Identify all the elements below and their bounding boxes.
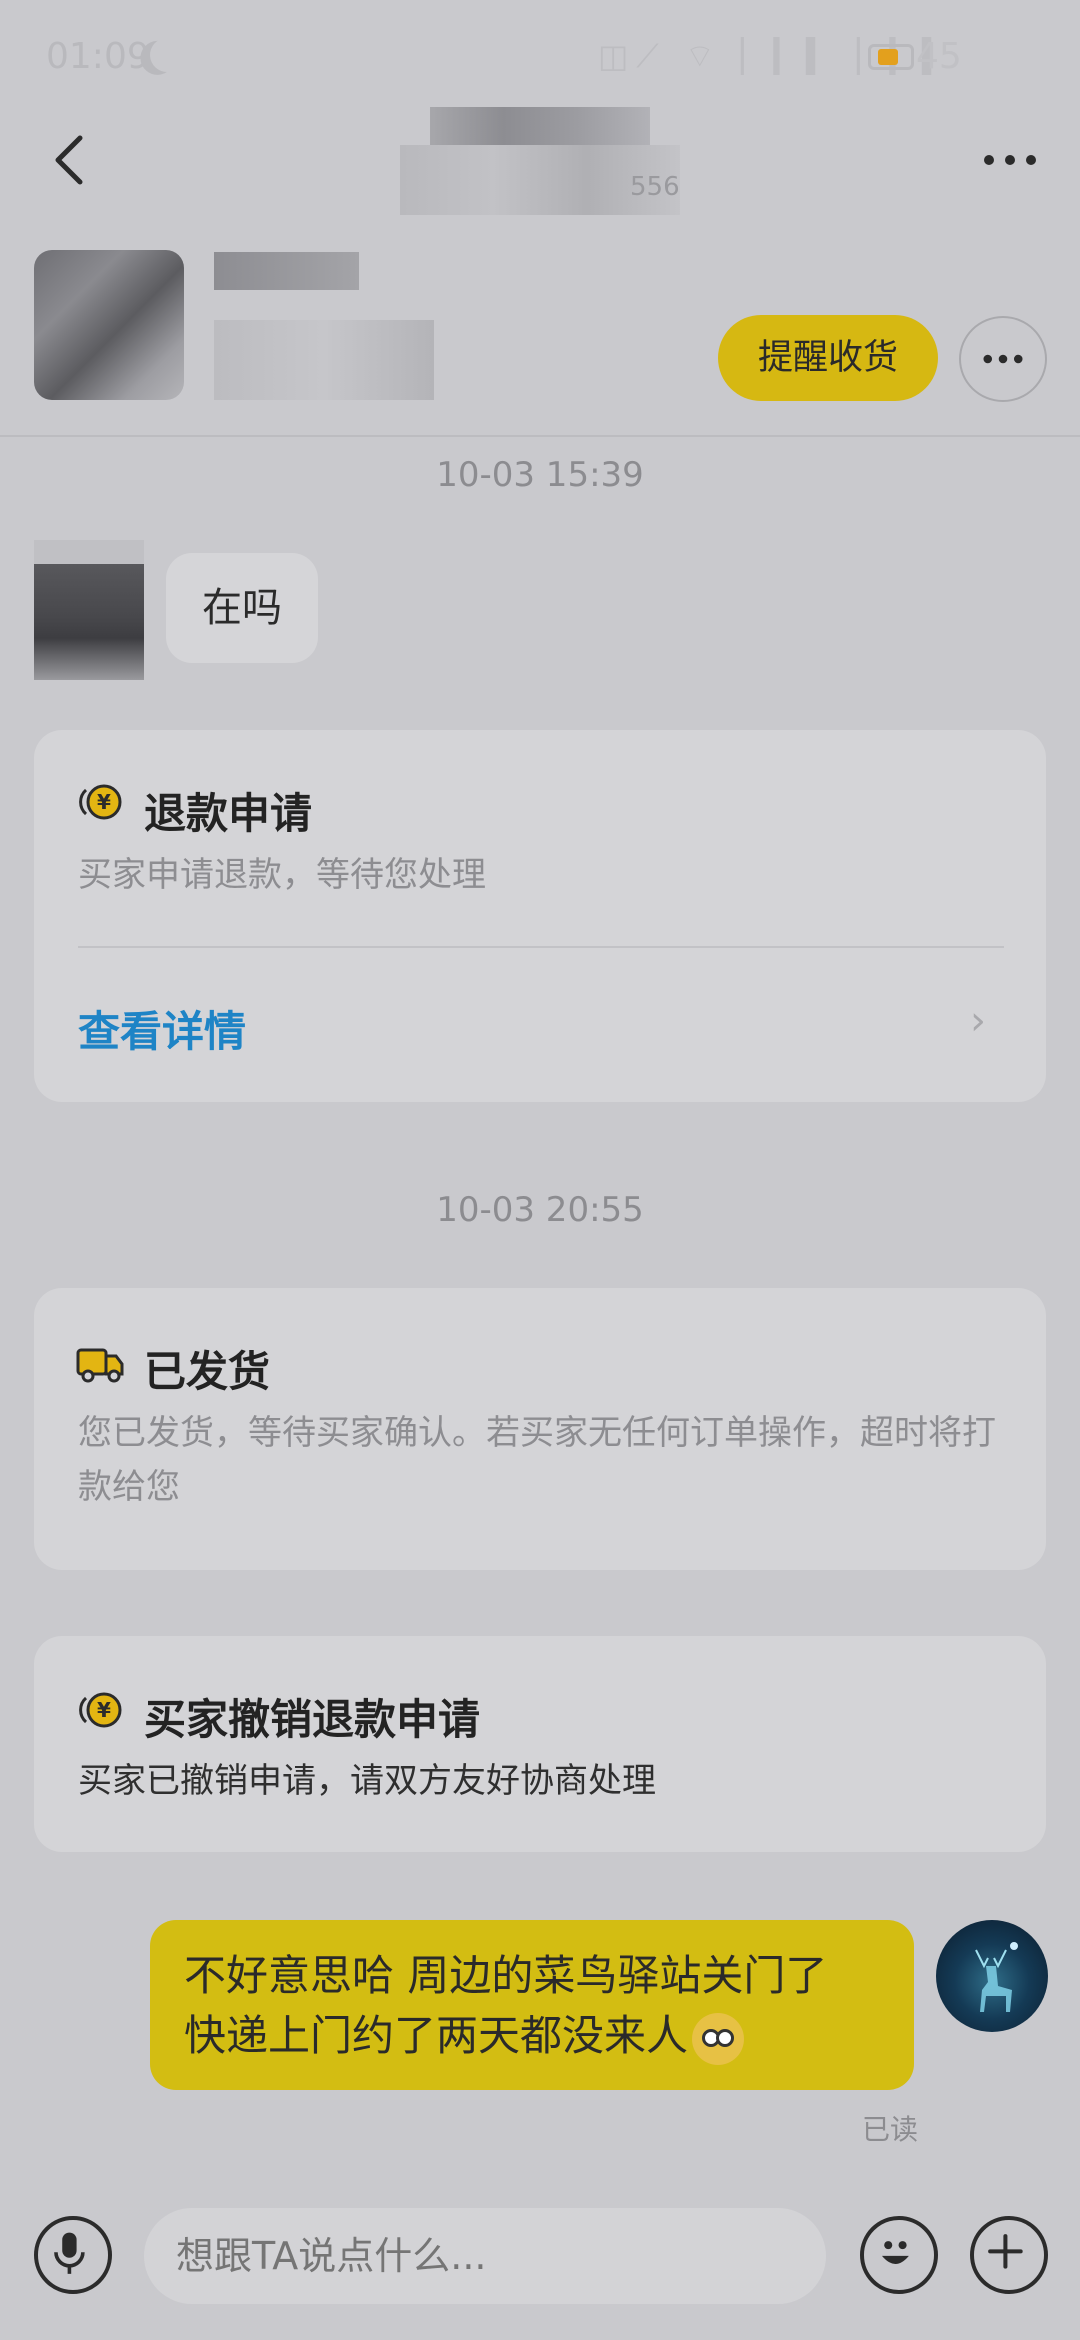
message-timestamp: 10-03 15:39 <box>436 455 644 495</box>
card-text: 您已发货，等待买家确认。若买家无任何订单操作，超时将打款给您 <box>78 1413 996 1507</box>
message-input[interactable] <box>144 2208 826 2304</box>
more-attachments-button[interactable] <box>970 2216 1048 2294</box>
view-details-link[interactable]: 查看详情 <box>78 998 246 1059</box>
card-title: 买家撤销退款申请 <box>144 1695 481 1744</box>
read-receipt: 已读 <box>862 2113 919 2146</box>
product-desc-redacted <box>214 320 434 400</box>
chevron-left-icon <box>55 135 83 185</box>
card-text: 买家已撤销申请，请双方友好协商处理 <box>78 1761 656 1801</box>
refund-request-card: ¥ 退款申请 买家申请退款，等待您处理 查看详情 › <box>34 730 1046 1102</box>
back-button[interactable] <box>40 120 100 200</box>
chat-subtitle-suffix: 556 <box>630 172 680 202</box>
svg-text:¥: ¥ <box>97 1698 111 1722</box>
chevron-right-icon[interactable]: › <box>970 998 986 1044</box>
microphone-icon <box>54 2232 85 2274</box>
emoji-button[interactable] <box>860 2216 938 2294</box>
battery-level <box>878 49 898 65</box>
card-title: 退款申请 <box>144 789 313 838</box>
card-divider <box>78 946 1004 948</box>
card-title: 已发货 <box>144 1347 271 1396</box>
deer-avatar-icon <box>975 1942 1018 2012</box>
product-thumbnail[interactable] <box>34 250 184 400</box>
crying-face-emoji-icon <box>692 2012 745 2065</box>
message-timestamp: 10-03 20:55 <box>436 1190 644 1230</box>
battery-percent: 45 <box>916 36 962 77</box>
voice-input-button[interactable] <box>34 2216 112 2294</box>
smiley-icon <box>881 2241 909 2264</box>
more-options-button[interactable] <box>975 130 1045 190</box>
my-avatar[interactable] <box>936 1920 1048 2032</box>
more-dots-icon <box>984 155 1036 165</box>
product-more-button[interactable] <box>959 316 1047 402</box>
card-text: 买家申请退款，等待您处理 <box>78 855 486 895</box>
more-dots-icon <box>983 354 1023 364</box>
refund-yen-icon: ¥ <box>79 784 122 820</box>
incoming-message-bubble[interactable]: 在吗 <box>166 553 318 663</box>
header-divider <box>0 435 1080 437</box>
moon-icon <box>145 33 189 77</box>
chat-title-redacted <box>430 107 650 145</box>
product-price-redacted <box>214 252 359 290</box>
remind-receipt-button[interactable]: 提醒收货 <box>718 315 938 401</box>
message-line-2: 快递上门约了两天都没来人 <box>184 2006 880 2066</box>
message-line: 快递上门约了两天都没来人 <box>184 2011 689 2060</box>
outgoing-message-bubble[interactable]: 不好意思哈 周边的菜鸟驿站关门了 快递上门约了两天都没来人 <box>150 1920 914 2090</box>
svg-text:¥: ¥ <box>97 790 111 814</box>
status-time: 01:09 <box>46 36 150 77</box>
plus-icon <box>988 2234 1023 2269</box>
message-line: 不好意思哈 周边的菜鸟驿站关门了 <box>184 1951 828 2000</box>
refund-yen-icon: ¥ <box>79 1692 122 1728</box>
shipped-card: 已发货 您已发货，等待买家确认。若买家无任何订单操作，超时将打款给您 <box>34 1288 1046 1570</box>
contact-avatar[interactable] <box>34 540 144 680</box>
status-bar: 01:09 ◫⟋ ⌔ ▏▎▍ ▏▎▍ 45 <box>0 0 1080 110</box>
refund-cancelled-card: ¥ 买家撤销退款申请 买家已撤销申请，请双方友好协商处理 <box>34 1636 1046 1852</box>
delivery-truck-icon <box>76 1348 124 1383</box>
